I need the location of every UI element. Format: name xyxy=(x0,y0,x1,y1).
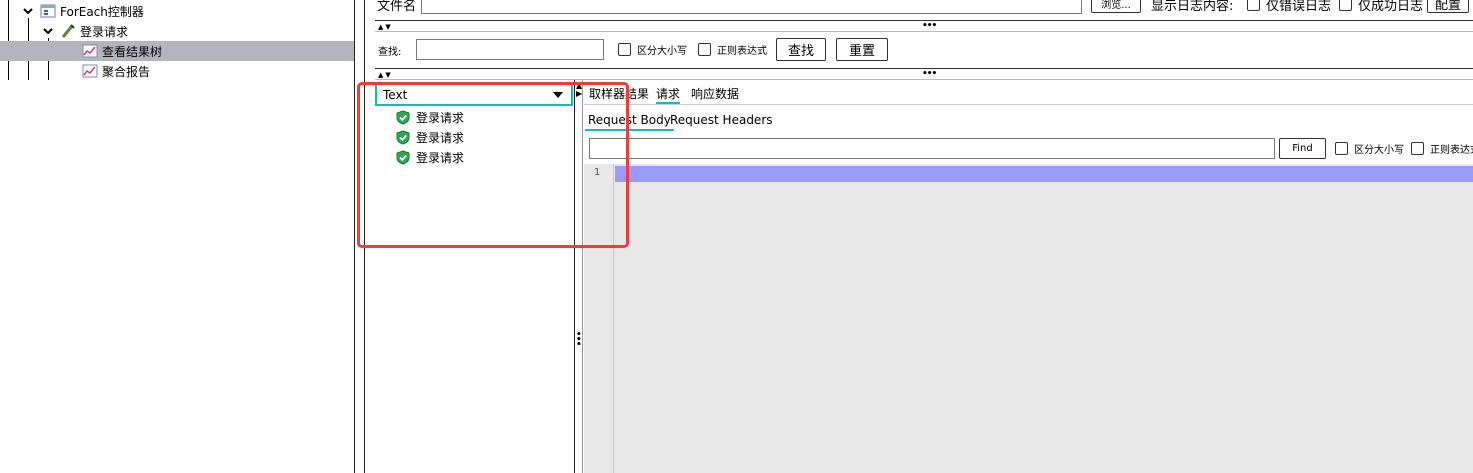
tree-item-label: 登录请求 xyxy=(80,24,129,39)
sampler-icon xyxy=(61,24,75,38)
chevron-down-icon[interactable] xyxy=(42,25,54,37)
filename-input[interactable] xyxy=(421,0,1082,14)
search-label: 查找: xyxy=(378,47,402,58)
errors-only-option[interactable]: 仅错误日志 xyxy=(1247,0,1331,14)
subtab-request-headers[interactable]: Request Headers xyxy=(670,109,773,131)
success-only-option[interactable]: 仅成功日志 xyxy=(1339,0,1423,14)
success-only-checkbox[interactable] xyxy=(1339,0,1352,11)
detail-search-input[interactable] xyxy=(589,138,1275,159)
reset-button[interactable]: 重置 xyxy=(836,38,888,61)
errors-only-label: 仅错误日志 xyxy=(1266,0,1332,14)
search-input[interactable] xyxy=(416,39,604,60)
errors-only-checkbox[interactable] xyxy=(1247,0,1260,11)
regex-option[interactable]: 正则表达式 xyxy=(698,42,767,57)
test-plan-tree: ForEach控制器 登录请求 查看结果树 聚合报告 xyxy=(0,0,354,473)
case-sensitive-checkbox[interactable] xyxy=(618,43,631,56)
log-content-label: 显示日志内容: xyxy=(1151,0,1234,14)
request-body-editor[interactable] xyxy=(584,164,1473,473)
splitter-arrows-icon[interactable]: ▲▼ xyxy=(378,23,393,31)
tree-divider[interactable] xyxy=(354,0,355,473)
splitter-grip-icon[interactable]: ••• xyxy=(922,22,937,31)
regex-checkbox[interactable] xyxy=(698,43,711,56)
tree-item-foreach-controller[interactable]: ForEach控制器 xyxy=(22,1,144,21)
detail-regex-option[interactable]: 正则表达式 xyxy=(1411,141,1473,156)
detail-case-label: 区分大小写 xyxy=(1354,145,1404,156)
splitter-line xyxy=(375,31,1473,32)
detail-case-checkbox[interactable] xyxy=(1335,142,1348,155)
filename-label: 文件名 xyxy=(377,0,417,14)
tree-item-aggregate-report[interactable]: 聚合报告 xyxy=(82,61,150,81)
current-line-highlight xyxy=(615,166,1473,182)
annotation-highlight-box xyxy=(357,82,629,248)
tree-guide-line xyxy=(8,0,9,80)
tree-item-label: 聚合报告 xyxy=(102,64,151,79)
listener-icon xyxy=(82,44,98,58)
tab-request[interactable]: 请求 xyxy=(656,82,681,104)
tree-item-view-results-tree[interactable]: 查看结果树 xyxy=(0,41,354,61)
tree-item-login-request[interactable]: 登录请求 xyxy=(42,21,128,41)
tree-item-label: ForEach控制器 xyxy=(60,4,144,19)
detail-case-option[interactable]: 区分大小写 xyxy=(1335,141,1404,156)
tree-item-label: 查看结果树 xyxy=(102,44,163,59)
case-sensitive-label: 区分大小写 xyxy=(637,46,687,57)
listener-icon xyxy=(82,64,98,78)
tab-divider xyxy=(584,104,1473,105)
vertical-grip-icon[interactable]: • • • xyxy=(576,331,582,350)
detail-find-button[interactable]: Find xyxy=(1279,138,1326,159)
splitter-line xyxy=(375,79,1473,80)
case-sensitive-option[interactable]: 区分大小写 xyxy=(618,42,687,57)
detail-regex-checkbox[interactable] xyxy=(1411,142,1424,155)
splitter-arrows-icon[interactable]: ▲▼ xyxy=(378,71,393,79)
regex-label: 正则表达式 xyxy=(717,46,767,57)
tab-response-data[interactable]: 响应数据 xyxy=(691,82,739,104)
browse-button[interactable]: 浏览... xyxy=(1091,0,1141,13)
detail-regex-label: 正则表达式 xyxy=(1430,145,1473,156)
find-button[interactable]: 查找 xyxy=(776,38,826,61)
config-button[interactable]: 配置 xyxy=(1427,0,1469,13)
splitter-grip-icon[interactable]: ••• xyxy=(922,70,937,79)
success-only-label: 仅成功日志 xyxy=(1358,0,1424,14)
controller-icon xyxy=(40,4,56,18)
chevron-down-icon[interactable] xyxy=(22,5,34,17)
